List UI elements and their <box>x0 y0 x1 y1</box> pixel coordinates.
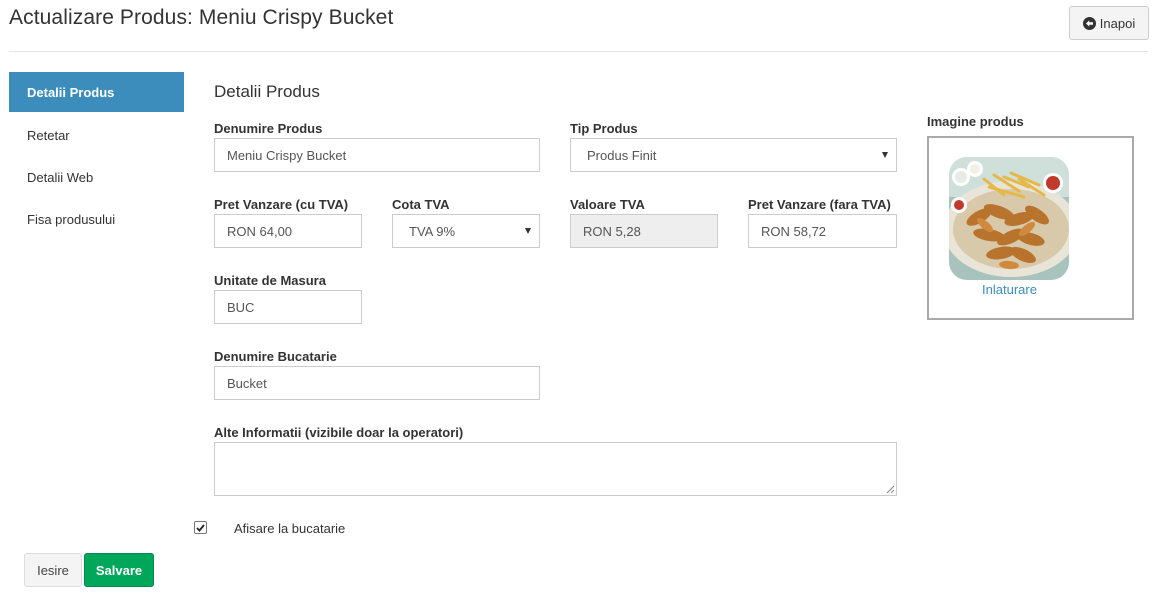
sidebar-item-label: Retetar <box>27 127 70 143</box>
section-title: Detalii Produs <box>214 82 320 101</box>
price-with-vat-input[interactable]: RON 64,00 <box>214 214 362 248</box>
product-name-label: Denumire Produs <box>214 121 323 136</box>
vat-value-field: RON 5,28 <box>570 214 718 248</box>
show-in-kitchen-label: Afisare la bucatarie <box>234 521 346 536</box>
unit-label: Unitate de Masura <box>214 273 326 288</box>
header-divider <box>9 51 1148 52</box>
sidebar: Detalii Produs Retetar Detalii Web Fisa … <box>9 72 184 240</box>
sidebar-item-label: Detalii Web <box>27 169 94 185</box>
product-type-select[interactable]: Produs Finit <box>570 138 897 172</box>
chevron-down-icon <box>882 152 888 158</box>
kitchen-name-input[interactable]: Bucket <box>214 366 540 400</box>
sidebar-item-label: Detalii Produs <box>27 84 115 100</box>
product-type-label: Tip Produs <box>570 121 638 136</box>
back-button[interactable]: Inapoi <box>1069 6 1149 40</box>
price-without-vat-label: Pret Vanzare (fara TVA) <box>748 197 891 212</box>
page-title: Actualizare Produs: Meniu Crispy Bucket <box>9 6 394 29</box>
sidebar-item-detalii-produs[interactable]: Detalii Produs <box>9 72 184 112</box>
other-info-label: Alte Informatii (vizibile doar la operat… <box>214 425 464 440</box>
unit-input[interactable]: BUC <box>214 290 362 324</box>
product-type-value: Produs Finit <box>587 147 657 163</box>
sidebar-item-label: Fisa produsului <box>27 211 116 227</box>
sidebar-item-detalii-web[interactable]: Detalii Web <box>9 156 184 198</box>
image-panel: Inlaturare <box>927 136 1134 320</box>
save-button[interactable]: Salvare <box>84 553 154 587</box>
vat-rate-value: TVA 9% <box>409 223 456 239</box>
resize-grip-icon[interactable] <box>886 485 895 494</box>
chevron-down-icon <box>525 228 531 234</box>
product-image <box>949 157 1069 280</box>
price-without-vat-input[interactable]: RON 58,72 <box>748 214 897 248</box>
kitchen-name-label: Denumire Bucatarie <box>214 349 337 364</box>
show-in-kitchen-checkbox[interactable] <box>194 521 207 534</box>
product-name-input[interactable]: Meniu Crispy Bucket <box>214 138 540 172</box>
sidebar-item-retetar[interactable]: Retetar <box>9 114 184 156</box>
sidebar-item-fisa-produsului[interactable]: Fisa produsului <box>9 198 184 240</box>
vat-value-label: Valoare TVA <box>570 197 645 212</box>
price-with-vat-label: Pret Vanzare (cu TVA) <box>214 197 349 212</box>
checkmark-icon <box>196 523 205 532</box>
image-label: Imagine produs <box>927 114 1024 129</box>
back-button-label: Inapoi <box>1099 15 1136 31</box>
vat-rate-select[interactable]: TVA 9% <box>392 214 540 248</box>
remove-image-link[interactable]: Inlaturare <box>929 282 1090 297</box>
exit-button[interactable]: Iesire <box>24 553 82 587</box>
other-info-textarea[interactable] <box>214 442 897 496</box>
arrow-circle-left-icon <box>1082 16 1096 30</box>
vat-rate-label: Cota TVA <box>392 197 450 212</box>
